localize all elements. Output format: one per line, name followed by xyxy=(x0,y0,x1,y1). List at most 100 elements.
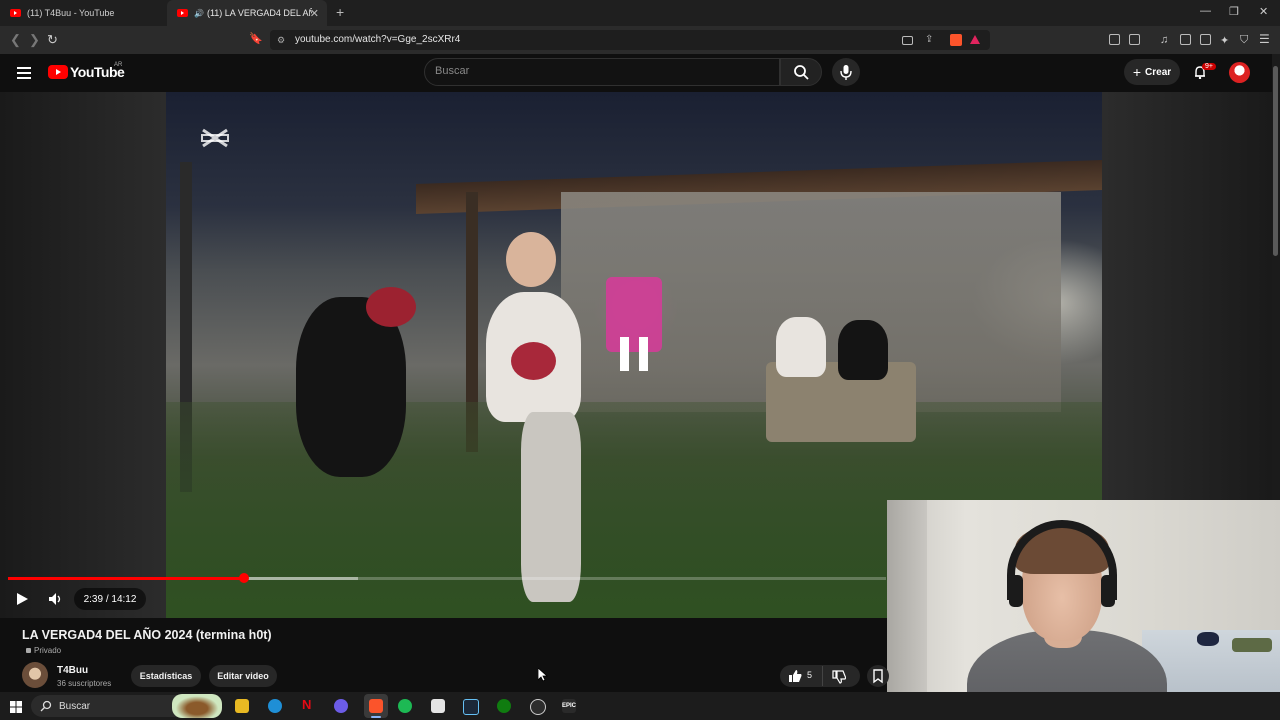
back-icon[interactable]: ❮ xyxy=(10,32,21,48)
share-icon[interactable]: ⇪ xyxy=(925,34,937,46)
boxing-glove xyxy=(366,287,416,327)
site-info-icon[interactable]: ⚙ xyxy=(277,35,285,46)
webcam-door xyxy=(887,500,927,720)
tab-title: (11) LA VERGAD4 DEL AÑO 2 xyxy=(206,8,312,18)
progress-played xyxy=(8,577,244,580)
brave-shields-icon[interactable] xyxy=(950,34,962,46)
thumbs-up-icon xyxy=(789,670,802,682)
install-app-icon[interactable] xyxy=(902,36,913,45)
region-code: AR xyxy=(114,62,123,68)
microphone-icon xyxy=(840,65,852,80)
browser-tab-channel[interactable]: (11) T4Buu - YouTube xyxy=(0,0,165,26)
scrubber-handle[interactable] xyxy=(239,573,249,583)
ambient-glow-left xyxy=(0,92,166,618)
youtube-favicon-icon xyxy=(177,9,188,17)
brave-icon[interactable] xyxy=(369,699,383,713)
boxing-glove xyxy=(511,342,556,380)
visibility-badge: Privado xyxy=(26,646,61,655)
visibility-label: Privado xyxy=(34,646,62,655)
like-button[interactable] xyxy=(788,669,802,688)
like-count: 5 xyxy=(807,670,813,680)
vpn-shield-icon[interactable]: ⛉ xyxy=(1240,34,1252,46)
forward-icon[interactable]: ❯ xyxy=(29,32,40,48)
capcut-watermark-icon xyxy=(201,126,229,150)
create-label: Crear xyxy=(1145,66,1172,78)
tab-title: (11) T4Buu - YouTube xyxy=(27,8,115,18)
file-explorer-icon[interactable] xyxy=(235,699,249,713)
extensions-icon[interactable] xyxy=(1109,34,1120,45)
brave-rewards-icon[interactable] xyxy=(970,35,980,44)
stats-button[interactable]: Estadísticas xyxy=(131,665,201,687)
bookmark-icon xyxy=(873,669,883,684)
steam-icon[interactable] xyxy=(463,699,479,715)
search-icon xyxy=(794,65,809,80)
mouse-cursor-icon xyxy=(537,667,549,687)
subscriber-count: 36 suscriptores xyxy=(57,679,112,688)
url-text: youtube.com/watch?v=Gge_2scXRr4 xyxy=(295,34,461,45)
headset-earcup xyxy=(1009,575,1023,607)
dislike-button[interactable] xyxy=(832,670,847,689)
search-placeholder: Buscar xyxy=(435,65,470,77)
browser-tab-video[interactable]: 🔊 (11) LA VERGAD4 DEL AÑO 2 ✕ xyxy=(167,0,327,26)
taskbar-search-label: Buscar xyxy=(59,701,91,712)
voice-search-button[interactable] xyxy=(832,58,860,86)
time-display: 2:39 / 14:12 xyxy=(74,588,146,610)
search-icon xyxy=(40,699,52,717)
webcam-overlay xyxy=(887,500,1280,720)
active-indicator xyxy=(371,716,381,718)
obs-icon[interactable] xyxy=(530,699,546,715)
boxer-legs xyxy=(521,412,581,602)
xbox-icon[interactable] xyxy=(497,699,511,713)
notifications-badge: 9+ xyxy=(1202,63,1216,70)
windows-start-icon[interactable] xyxy=(10,700,22,718)
restore-button[interactable]: ❐ xyxy=(1229,5,1239,18)
guide-menu-icon[interactable] xyxy=(17,67,31,79)
tab-close-icon[interactable]: ✕ xyxy=(310,7,319,20)
edge-icon[interactable] xyxy=(268,699,282,713)
youtube-favicon-icon xyxy=(10,9,21,17)
cap-object xyxy=(1197,632,1219,646)
create-button[interactable]: + Crear xyxy=(1124,59,1180,85)
lock-icon xyxy=(26,648,31,653)
like-divider xyxy=(822,666,823,686)
save-button[interactable] xyxy=(867,665,889,687)
plus-icon: + xyxy=(1132,64,1142,80)
channel-avatar[interactable] xyxy=(22,662,48,688)
bookmark-icon[interactable]: 🔖 xyxy=(249,32,263,45)
scrollbar-thumb[interactable] xyxy=(1273,66,1278,256)
thumbs-down-icon xyxy=(832,670,847,684)
new-tab-button[interactable]: + xyxy=(336,4,344,20)
edit-video-button[interactable]: Editar video xyxy=(209,665,277,687)
reload-icon[interactable]: ↻ xyxy=(47,32,58,48)
music-icon[interactable]: ♫ xyxy=(1160,34,1172,46)
ambient-glow-right xyxy=(1102,92,1272,500)
search-highlight-icon[interactable] xyxy=(172,694,222,718)
search-button[interactable] xyxy=(780,58,822,86)
headset-earcup xyxy=(1101,575,1115,607)
spotify-icon[interactable] xyxy=(398,699,412,713)
leo-ai-icon[interactable]: ✦ xyxy=(1220,34,1232,47)
store-icon[interactable] xyxy=(431,699,445,713)
volume-button[interactable] xyxy=(48,592,64,611)
messenger-icon[interactable] xyxy=(334,699,348,713)
account-avatar[interactable] xyxy=(1229,62,1250,83)
channel-name[interactable]: T4Buu xyxy=(57,665,88,676)
youtube-logo-icon[interactable] xyxy=(48,65,68,79)
play-button[interactable] xyxy=(15,592,29,611)
sidebar-icon[interactable] xyxy=(1180,34,1191,45)
close-window-button[interactable]: ✕ xyxy=(1259,5,1268,18)
seated-person xyxy=(838,320,888,380)
minimize-button[interactable]: — xyxy=(1200,5,1211,17)
video-title: LA VERGAD4 DEL AÑO 2024 (termina h0t) xyxy=(22,628,272,642)
browser-menu-icon[interactable]: ☰ xyxy=(1259,32,1271,46)
boxer-head xyxy=(506,232,556,287)
search-input[interactable] xyxy=(424,58,780,86)
epic-games-icon[interactable]: EPIC xyxy=(562,699,576,713)
volume-icon xyxy=(49,593,61,605)
wallet-icon[interactable] xyxy=(1200,34,1211,45)
seated-person xyxy=(776,317,826,377)
screenshot-icon[interactable] xyxy=(1129,34,1140,45)
play-icon xyxy=(17,593,28,605)
netflix-icon[interactable]: N xyxy=(302,697,316,712)
pause-overlay-icon[interactable] xyxy=(620,337,650,371)
